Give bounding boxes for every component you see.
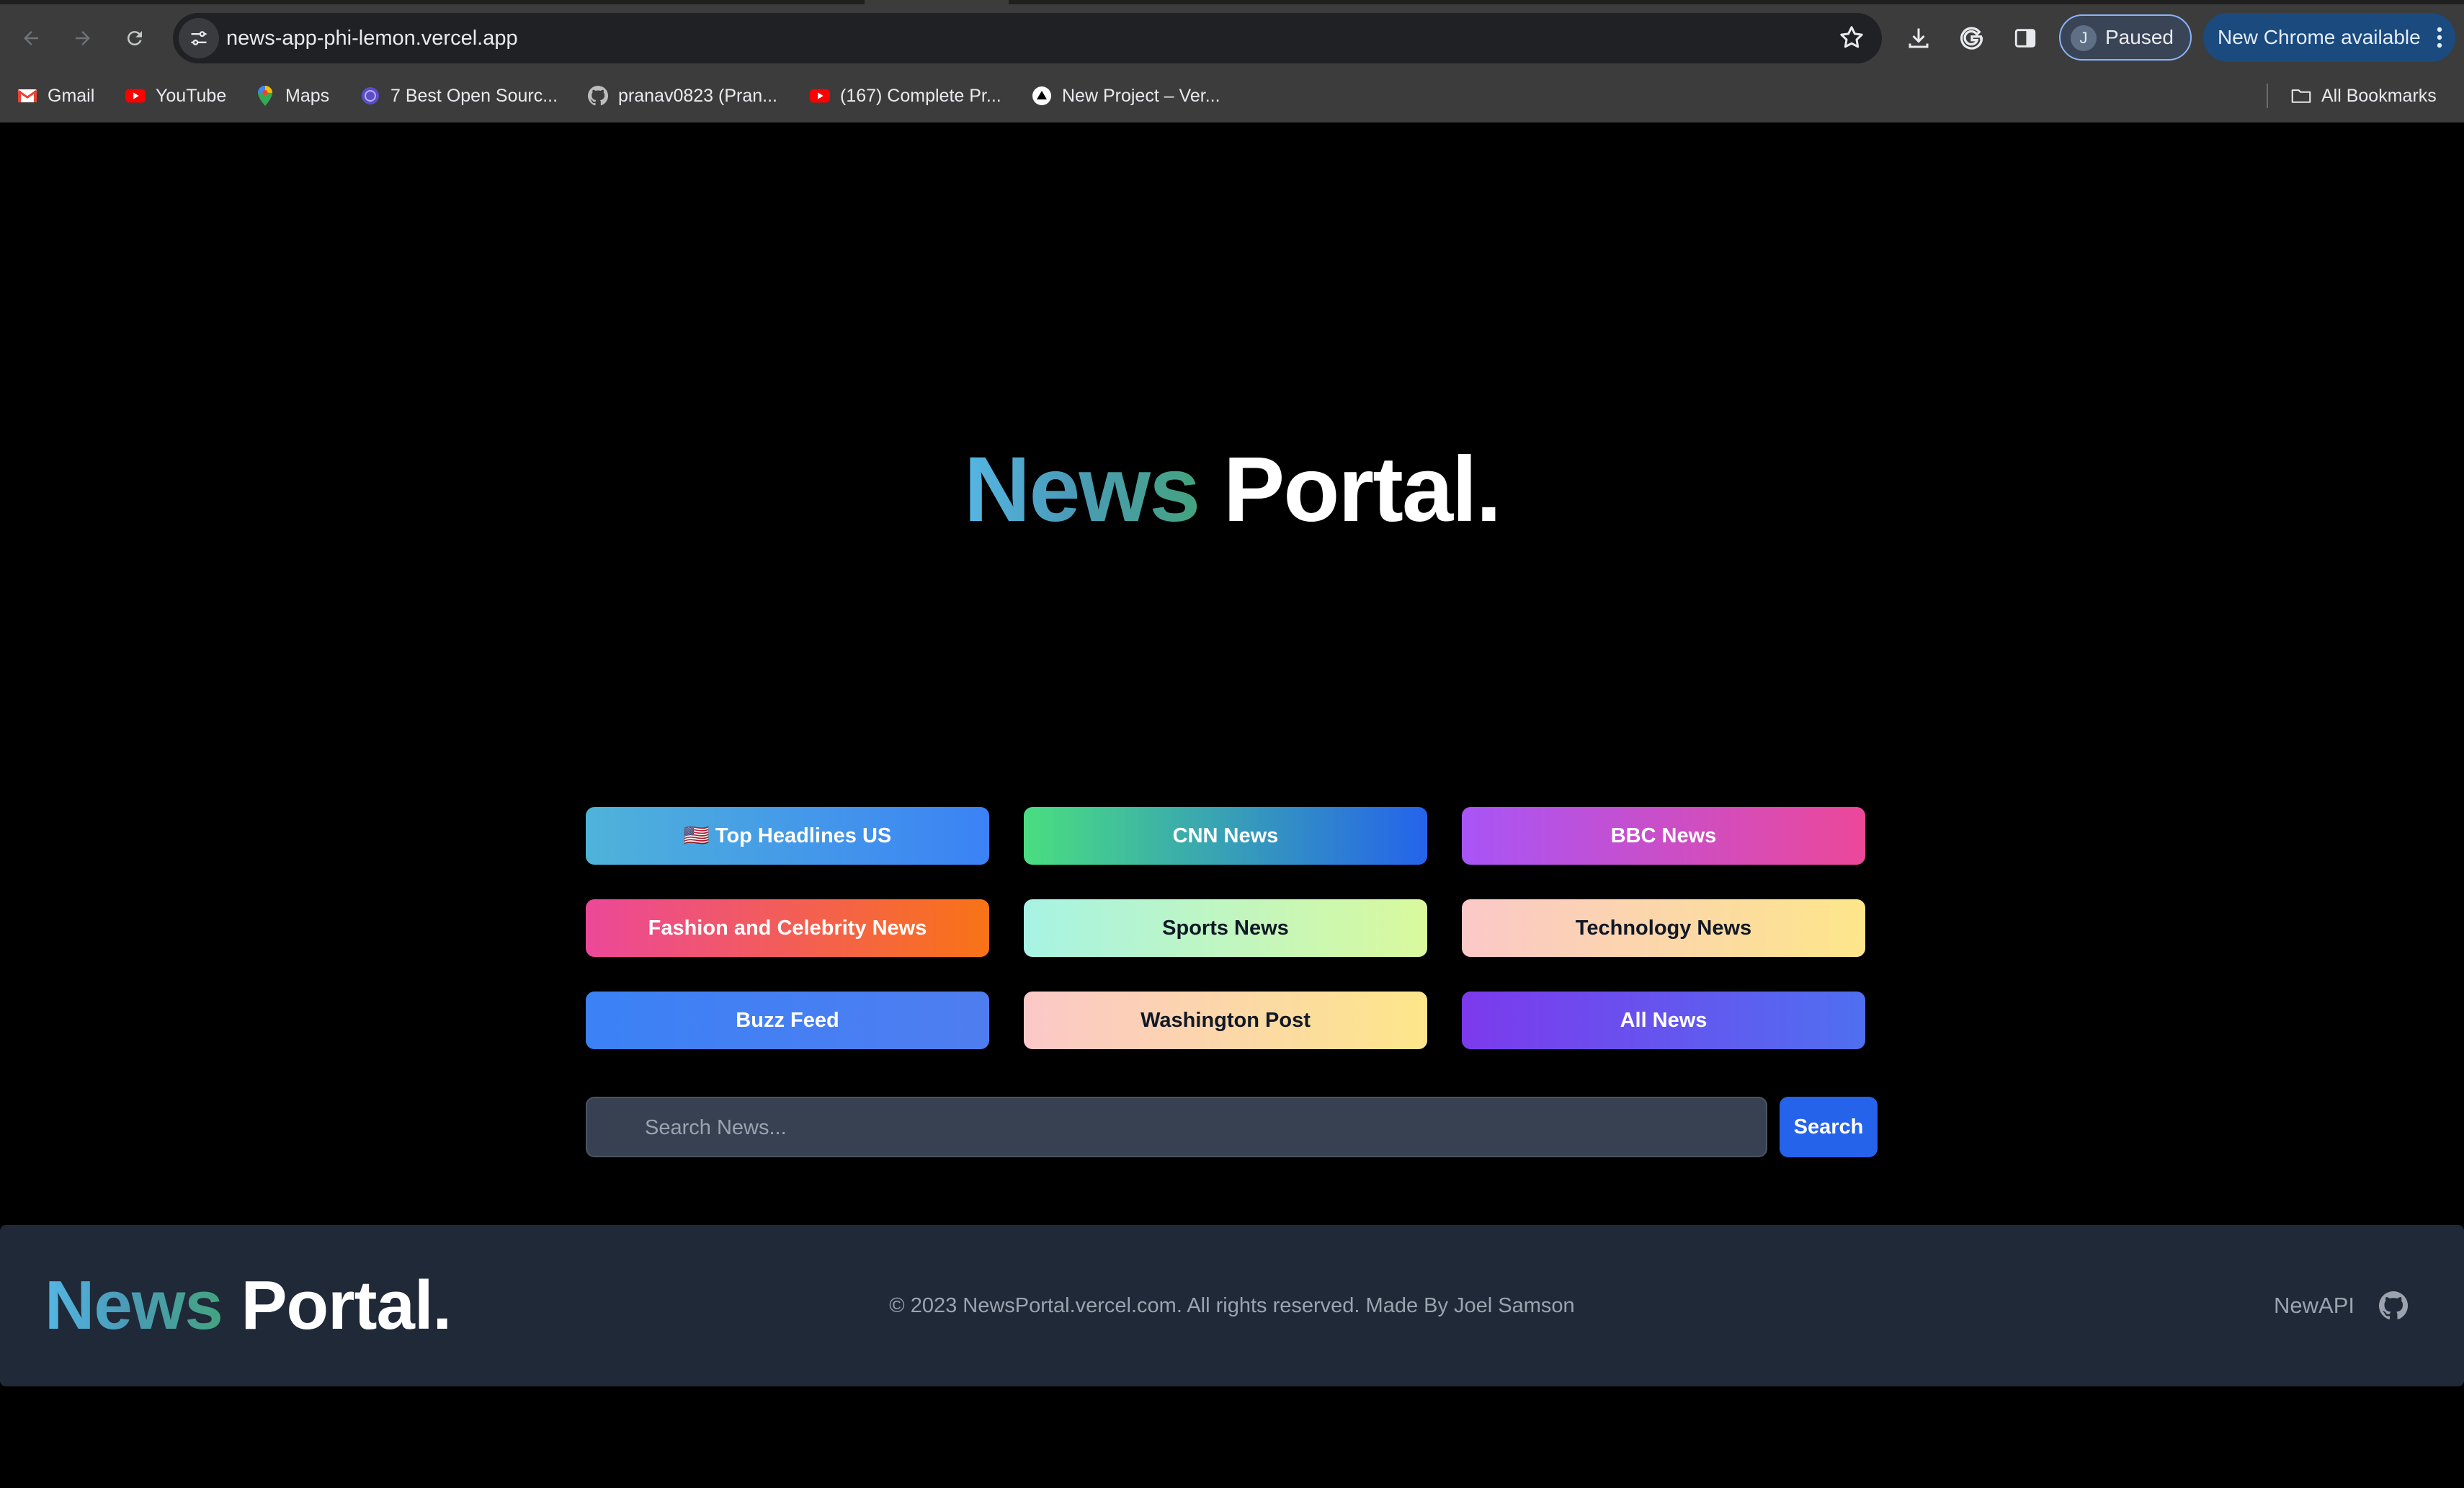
download-icon[interactable] bbox=[1896, 16, 1941, 61]
cnn-news-button[interactable]: CNN News bbox=[1024, 807, 1427, 865]
all-news-button[interactable]: All News bbox=[1462, 992, 1865, 1049]
more-menu-icon[interactable] bbox=[2435, 26, 2444, 53]
maps-icon bbox=[255, 86, 275, 106]
bookmark-label: Maps bbox=[285, 85, 330, 106]
youtube-icon bbox=[810, 86, 830, 106]
bookmarks-divider bbox=[2267, 84, 2268, 108]
profile-status: Paused bbox=[2105, 26, 2174, 48]
bookmark-label: YouTube bbox=[156, 85, 227, 106]
bookmark-label: pranav0823 (Pran... bbox=[618, 85, 777, 106]
bookmark-label: Gmail bbox=[48, 85, 95, 106]
all-bookmarks-label: All Bookmarks bbox=[2321, 85, 2437, 106]
reload-icon bbox=[127, 31, 142, 46]
bookmark-github[interactable]: pranav0823 (Pran... bbox=[588, 81, 777, 111]
site-info-icon[interactable] bbox=[179, 18, 219, 58]
search-field bbox=[586, 1097, 1767, 1157]
browser-chrome: news-app-phi-lemon.vercel.app J Paused N… bbox=[0, 0, 2464, 122]
avatar: J bbox=[2071, 25, 2097, 51]
all-bookmarks-button[interactable]: All Bookmarks bbox=[2291, 81, 2437, 111]
folder-icon bbox=[2291, 86, 2311, 106]
title-rest: Portal. bbox=[1223, 438, 1501, 541]
globe-icon bbox=[360, 86, 380, 106]
technology-news-button[interactable]: Technology News bbox=[1462, 899, 1865, 957]
bookmark-maps[interactable]: Maps bbox=[255, 81, 329, 111]
footer-logo[interactable]: News Portal. bbox=[45, 1255, 452, 1356]
bookmark-label: (167) Complete Pr... bbox=[840, 85, 1001, 106]
side-panel-icon[interactable] bbox=[2003, 16, 2048, 61]
forward-button[interactable] bbox=[61, 16, 105, 61]
bookmark-label: 7 Best Open Sourc... bbox=[390, 85, 558, 106]
vercel-icon bbox=[1032, 86, 1052, 106]
toolbar: news-app-phi-lemon.vercel.app J Paused N… bbox=[0, 0, 2464, 75]
washington-post-button[interactable]: Washington Post bbox=[1024, 992, 1427, 1049]
google-icon[interactable] bbox=[1950, 16, 1994, 61]
gmail-icon bbox=[17, 86, 37, 106]
footer: © 2023 NewsPortal.vercel.com. All rights… bbox=[0, 1225, 2464, 1386]
bookmark-vercel[interactable]: New Project – Ver... bbox=[1032, 81, 1220, 111]
newsapi-link[interactable]: NewAPI bbox=[2274, 1225, 2354, 1386]
bookmark-star-icon[interactable] bbox=[1837, 23, 1866, 55]
footer-title-accent: News bbox=[45, 1267, 223, 1344]
page-title: News Portal. bbox=[0, 432, 2464, 548]
update-chrome-button[interactable]: New Chrome available bbox=[2203, 13, 2455, 62]
arrow-right-icon bbox=[76, 31, 90, 45]
bookmark-label: New Project – Ver... bbox=[1062, 85, 1220, 106]
buzz-feed-button[interactable]: Buzz Feed bbox=[586, 992, 989, 1049]
bookmark-open-source[interactable]: 7 Best Open Sourc... bbox=[360, 81, 558, 111]
back-button[interactable] bbox=[9, 16, 53, 61]
reload-button[interactable] bbox=[112, 16, 157, 61]
address-bar[interactable]: news-app-phi-lemon.vercel.app bbox=[173, 13, 1882, 63]
bbc-news-button[interactable]: BBC News bbox=[1462, 807, 1865, 865]
github-icon bbox=[588, 86, 608, 106]
top-headlines-us-button[interactable]: 🇺🇸 Top Headlines US bbox=[586, 807, 989, 865]
profile-button[interactable]: J Paused bbox=[2059, 14, 2192, 61]
sports-news-button[interactable]: Sports News bbox=[1024, 899, 1427, 957]
update-label: New Chrome available bbox=[2218, 26, 2421, 48]
fashion-celebrity-news-button[interactable]: Fashion and Celebrity News bbox=[586, 899, 989, 957]
search-input[interactable] bbox=[643, 1098, 1756, 1157]
bookmark-youtube[interactable]: YouTube bbox=[125, 81, 226, 111]
title-accent: News bbox=[963, 438, 1200, 541]
search-button[interactable]: Search bbox=[1780, 1097, 1878, 1157]
arrow-left-icon bbox=[24, 31, 38, 45]
youtube-icon bbox=[125, 86, 146, 106]
github-icon[interactable] bbox=[2378, 1291, 2409, 1320]
url-text[interactable]: news-app-phi-lemon.vercel.app bbox=[226, 13, 518, 63]
bookmark-gmail[interactable]: Gmail bbox=[17, 81, 94, 111]
footer-title-rest: Portal. bbox=[241, 1267, 452, 1344]
bookmark-youtube-playlist[interactable]: (167) Complete Pr... bbox=[810, 81, 1001, 111]
